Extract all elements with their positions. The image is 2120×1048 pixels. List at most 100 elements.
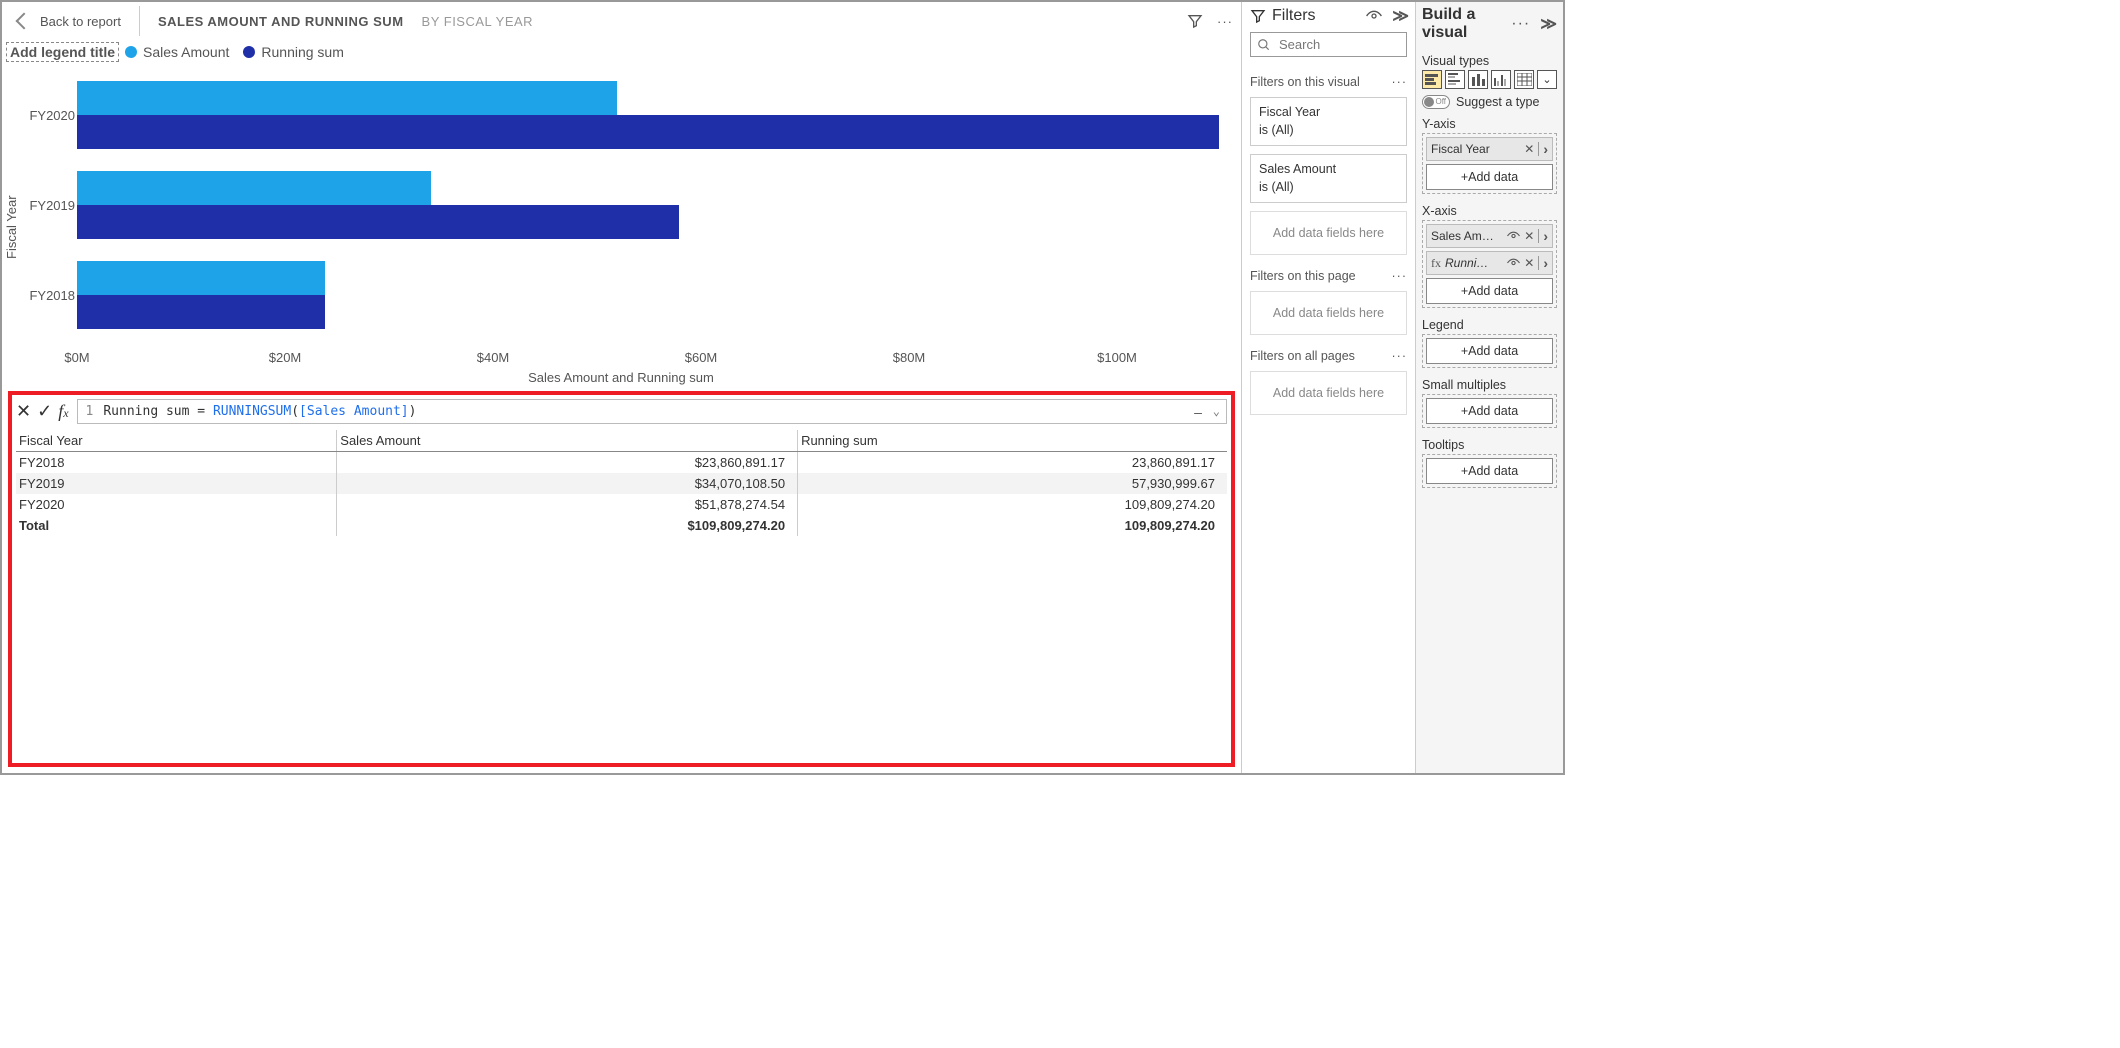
section-more-icon[interactable]: ··· xyxy=(1392,75,1408,89)
chevron-down-icon[interactable]: ⌄ xyxy=(1213,404,1220,418)
bar-running-sum[interactable] xyxy=(77,205,679,239)
x-tick-label: $80M xyxy=(893,350,926,365)
build-visual-pane: Build a visual ··· ≫ Visual types ⌄ Off … xyxy=(1415,2,1563,773)
remove-icon[interactable]: ✕ xyxy=(1524,229,1534,243)
suggest-type-toggle[interactable]: Off xyxy=(1422,95,1450,109)
xaxis-label: X-axis xyxy=(1416,198,1563,220)
filter-drop-zone[interactable]: Add data fields here xyxy=(1250,371,1407,415)
col-header[interactable]: Running sum xyxy=(798,430,1227,452)
filter-field-state: is (All) xyxy=(1259,179,1398,197)
legend-swatch-running xyxy=(243,46,255,58)
x-tick-label: $20M xyxy=(269,350,302,365)
add-data-button[interactable]: +Add data xyxy=(1426,458,1553,484)
formula-collapse-icon[interactable]: — xyxy=(1194,406,1202,421)
back-to-report-link[interactable]: Back to report xyxy=(18,14,121,29)
filter-field-name: Sales Amount xyxy=(1259,161,1398,179)
bar-sales-amount[interactable] xyxy=(77,81,617,115)
visual-type-table[interactable] xyxy=(1514,70,1534,89)
search-icon xyxy=(1257,38,1271,52)
bar-running-sum[interactable] xyxy=(77,115,1219,149)
visual-type-dropdown[interactable]: ⌄ xyxy=(1537,70,1557,89)
divider xyxy=(139,6,140,36)
add-data-button[interactable]: +Add data xyxy=(1426,338,1553,364)
chevron-right-icon[interactable]: › xyxy=(1543,255,1548,271)
chevron-right-icon[interactable]: › xyxy=(1543,228,1548,244)
x-tick-label: $0M xyxy=(64,350,89,365)
table-row[interactable]: FY2018$23,860,891.1723,860,891.17 xyxy=(16,452,1227,474)
filters-on-all-label: Filters on all pages xyxy=(1250,349,1355,363)
filter-search-input[interactable]: Search xyxy=(1250,32,1407,57)
category-label: FY2019 xyxy=(27,198,75,213)
tooltips-label: Tooltips xyxy=(1416,432,1563,454)
remove-icon[interactable]: ✕ xyxy=(1524,142,1534,156)
filters-on-page-label: Filters on this page xyxy=(1250,269,1356,283)
yaxis-label: Y-axis xyxy=(1416,111,1563,133)
filter-card[interactable]: Fiscal Year is (All) xyxy=(1250,97,1407,146)
collapse-pane-icon[interactable]: ≫ xyxy=(1540,14,1555,34)
tooltips-well[interactable]: +Add data xyxy=(1422,454,1557,488)
add-data-button[interactable]: +Add data xyxy=(1426,164,1553,190)
x-axis-title: Sales Amount and Running sum xyxy=(21,370,1221,385)
yaxis-well[interactable]: Fiscal Year ✕ › +Add data xyxy=(1422,133,1557,194)
x-axis: $0M$20M$40M$60M$80M$100M xyxy=(77,350,1221,368)
legend-label-running: Running sum xyxy=(261,44,344,60)
table-total-row: Total$109,809,274.20109,809,274.20 xyxy=(16,515,1227,536)
visual-type-clustered-column[interactable] xyxy=(1491,70,1511,89)
eye-icon[interactable] xyxy=(1507,258,1520,268)
cancel-formula-icon[interactable]: ✕ xyxy=(16,401,31,422)
y-axis-title: Fiscal Year xyxy=(2,70,21,385)
visual-type-clustered-bar[interactable] xyxy=(1445,70,1465,89)
legend-label: Legend xyxy=(1416,312,1563,334)
section-more-icon[interactable]: ··· xyxy=(1392,269,1408,283)
visual-type-stacked-bar[interactable] xyxy=(1422,70,1442,89)
table-row[interactable]: FY2019$34,070,108.5057,930,999.67 xyxy=(16,473,1227,494)
visual-type-column[interactable] xyxy=(1468,70,1488,89)
more-options-icon[interactable]: ··· xyxy=(1217,14,1233,29)
legend-well[interactable]: +Add data xyxy=(1422,334,1557,368)
back-label: Back to report xyxy=(40,14,121,29)
filter-icon xyxy=(1250,8,1266,24)
chart-plot-area[interactable]: FY2020FY2019FY2018 xyxy=(77,70,1221,350)
field-chip-fiscal-year[interactable]: Fiscal Year ✕ › xyxy=(1426,137,1553,161)
col-header[interactable]: Fiscal Year xyxy=(16,430,337,452)
formula-bar-input[interactable]: 1 Running sum = RUNNINGSUM([Sales Amount… xyxy=(77,399,1227,424)
add-data-button[interactable]: +Add data xyxy=(1426,398,1553,424)
bar-sales-amount[interactable] xyxy=(77,261,325,295)
filters-on-visual-label: Filters on this visual xyxy=(1250,75,1360,89)
chevron-right-icon[interactable]: › xyxy=(1543,141,1548,157)
section-more-icon[interactable]: ··· xyxy=(1392,349,1408,363)
field-chip-running-sum[interactable]: fx Runni… ✕ › xyxy=(1426,251,1553,275)
formula-line-number: 1 xyxy=(86,404,94,419)
legend-swatch-sales xyxy=(125,46,137,58)
category-label: FY2020 xyxy=(27,108,75,123)
small-multiples-well[interactable]: +Add data xyxy=(1422,394,1557,428)
remove-icon[interactable]: ✕ xyxy=(1524,256,1534,270)
field-chip-sales-amount[interactable]: Sales Am… ✕ › xyxy=(1426,224,1553,248)
x-tick-label: $40M xyxy=(477,350,510,365)
filters-pane: Filters ≫ Search Filters on this visual … xyxy=(1241,2,1415,773)
more-options-icon[interactable]: ··· xyxy=(1511,15,1530,33)
col-header[interactable]: Sales Amount xyxy=(337,430,798,452)
xaxis-well[interactable]: Sales Am… ✕ › fx Runni… ✕ › +Add data xyxy=(1422,220,1557,308)
suggest-type-label: Suggest a type xyxy=(1456,95,1539,109)
fx-icon: fx xyxy=(1431,256,1441,271)
filter-field-name: Fiscal Year xyxy=(1259,104,1398,122)
filter-drop-zone[interactable]: Add data fields here xyxy=(1250,291,1407,335)
eye-icon[interactable] xyxy=(1507,231,1520,241)
bar-running-sum[interactable] xyxy=(77,295,325,329)
eye-icon[interactable] xyxy=(1366,10,1382,22)
add-data-button[interactable]: +Add data xyxy=(1426,278,1553,304)
commit-formula-icon[interactable]: ✓ xyxy=(37,401,52,422)
table-row[interactable]: FY2020$51,878,274.54109,809,274.20 xyxy=(16,494,1227,515)
bar-sales-amount[interactable] xyxy=(77,171,431,205)
search-placeholder: Search xyxy=(1279,37,1320,52)
x-tick-label: $100M xyxy=(1097,350,1137,365)
filter-drop-zone[interactable]: Add data fields here xyxy=(1250,211,1407,255)
collapse-pane-icon[interactable]: ≫ xyxy=(1392,6,1407,26)
filter-card[interactable]: Sales Amount is (All) xyxy=(1250,154,1407,203)
filter-icon[interactable] xyxy=(1187,13,1203,29)
category-label: FY2018 xyxy=(27,288,75,303)
legend-title-placeholder[interactable]: Add legend title xyxy=(6,42,119,62)
fx-icon[interactable]: fx xyxy=(58,401,68,422)
data-table[interactable]: Fiscal Year Sales Amount Running sum FY2… xyxy=(16,430,1227,536)
